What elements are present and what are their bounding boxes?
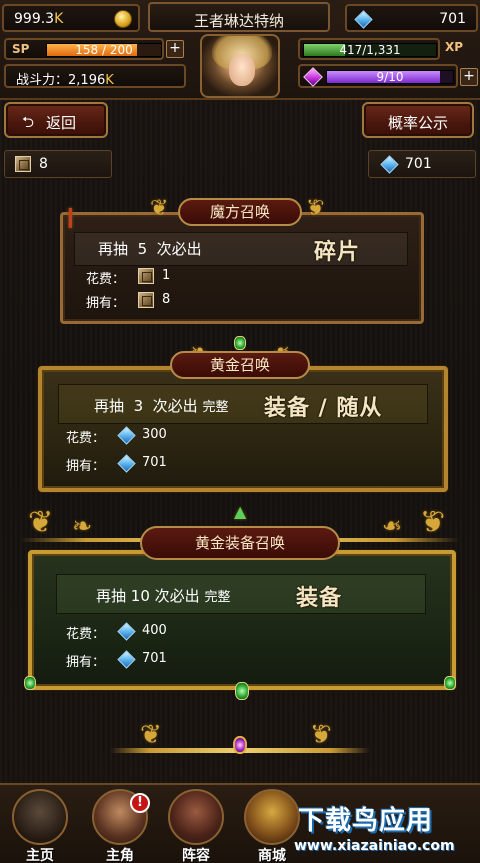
combat-power-text: 战斗力：2,196K [16, 73, 114, 88]
gold-equip-cost-value: 400 [142, 623, 167, 638]
cube-summon-title: 魔方召唤 [178, 198, 302, 226]
nav-label: 主角 [106, 848, 134, 863]
gold-equip-own-label: 拥有： [66, 655, 106, 670]
gold-coin-icon [114, 10, 132, 28]
left-scroll-ornament-icon: ❦ [150, 196, 169, 221]
diamond-resource: 701 [368, 150, 476, 178]
home-emblem-icon [12, 789, 68, 845]
player-name: 王者琳达特纳 [193, 12, 284, 30]
cube-own-label: 拥有： [86, 296, 126, 311]
right-wing-ornament-icon: ❦ [310, 720, 332, 750]
right-flourish-ornament-icon: ❧ [382, 512, 403, 540]
sp-bar-frame: SP 158 / 200 [4, 38, 164, 60]
player-avatar[interactable] [200, 34, 280, 98]
player-name-plate: 王者琳达特纳 [148, 2, 330, 32]
gem-value: 9/10 [376, 70, 404, 84]
gold-equip-summon-title: 黄金装备召唤 [140, 526, 340, 560]
cube-icon [15, 156, 31, 172]
gem-bar-frame: 9/10 [298, 64, 458, 88]
gold-equip-draw-text: 再抽 10 次必出 完整 [96, 587, 231, 605]
diamond-icon [355, 12, 371, 26]
green-gem-ornament-icon [235, 682, 249, 700]
right-crown-ornament-icon: ❦ [420, 505, 446, 540]
red-pin-icon: ❙ [62, 204, 79, 228]
xp-bar: 417/1,331 [303, 43, 437, 57]
diamond-icon [118, 624, 134, 638]
nav-item-hero[interactable]: ! 主角 [84, 787, 156, 863]
xp-label: XP [445, 40, 464, 54]
nav-item-formation[interactable]: 阵容 [160, 787, 232, 863]
watermark-title: 下载鸟应用 [298, 806, 434, 836]
xp-bar-frame: 417/1,331 [298, 38, 440, 60]
add-gem-button[interactable]: + [460, 68, 478, 86]
nav-item-home[interactable]: 主页 [4, 787, 76, 863]
diamond-icon [118, 456, 134, 470]
combat-power: 战斗力：2,196K [4, 64, 186, 88]
gold-draw-text: 再抽 3 次必出 完整 [94, 397, 229, 415]
gold-cost-label: 花费： [66, 431, 106, 446]
gold-summon-title: 黄金召唤 [170, 351, 310, 379]
gold-equip-own-value: 701 [142, 651, 167, 666]
cube-draw-text: 再抽 5 次必出 [98, 240, 202, 258]
watermark-url: www.xiazainiao.com [294, 838, 455, 854]
cube-icon [138, 268, 154, 284]
cube-cost-value: 1 [162, 268, 171, 283]
gem-bar: 9/10 [326, 70, 454, 84]
gold-own-label: 拥有： [66, 459, 106, 474]
xp-value: 417/1,331 [339, 43, 401, 57]
cube-icon [138, 292, 154, 308]
green-gem-ornament-icon [24, 676, 36, 690]
cube-resource: 8 [4, 150, 112, 178]
left-wing-ornament-icon: ❦ [140, 720, 162, 750]
cube-own-value: 8 [162, 292, 171, 307]
gold-counter[interactable]: 999.3K [2, 4, 140, 32]
purple-gem-icon [303, 67, 323, 87]
left-flourish-ornament-icon: ❧ [72, 512, 93, 540]
gold-own-value: 701 [142, 455, 167, 470]
purple-gem-ornament-icon [233, 736, 247, 754]
probability-button[interactable]: 概率公示 [362, 102, 474, 138]
right-scroll-ornament-icon: ❦ [306, 196, 325, 221]
nav-label: 阵容 [182, 848, 210, 863]
sp-bar: 158 / 200 [46, 43, 162, 57]
top-hud: 999.3K 王者琳达特纳 701 SP 158 / 200 + 战斗力：2,1… [0, 0, 480, 100]
gold-reward: 装备 / 随从 [264, 396, 383, 421]
green-spike-ornament-icon: ▲ [234, 502, 247, 521]
back-label: 返回 [46, 114, 77, 132]
site-watermark: 下载鸟应用 www.xiazainiao.com [292, 798, 478, 860]
gold-equip-reward: 装备 [296, 586, 343, 611]
avatar-face [229, 54, 255, 86]
sp-label: SP [12, 42, 30, 56]
diamond-icon [118, 428, 134, 442]
gold-equip-cost-label: 花费： [66, 627, 106, 642]
back-arrow-icon: ⮌ [22, 113, 35, 131]
diamond-icon [381, 157, 397, 171]
summon-screen: 999.3K 王者琳达特纳 701 SP 158 / 200 + 战斗力：2,1… [0, 0, 480, 863]
gold-value: 999.3K [14, 11, 64, 27]
formation-helmet-icon [168, 789, 224, 845]
diamond-icon [118, 652, 134, 666]
cube-cost-label: 花费： [86, 272, 126, 287]
cube-count: 8 [39, 156, 48, 172]
green-gem-ornament-icon [234, 336, 246, 350]
add-sp-button[interactable]: + [166, 40, 184, 58]
nav-label: 主页 [26, 848, 54, 863]
sp-value: 158 / 200 [75, 43, 133, 57]
probability-label: 概率公示 [387, 114, 448, 132]
diamond-counter[interactable]: 701 [345, 4, 478, 32]
alert-badge: ! [130, 793, 150, 813]
diamond-value: 701 [439, 11, 466, 27]
gold-cost-value: 300 [142, 427, 167, 442]
cube-reward: 碎片 [314, 240, 361, 265]
back-button[interactable]: ⮌ 返回 [4, 102, 108, 138]
diamond-count: 701 [405, 156, 432, 172]
green-gem-ornament-icon [444, 676, 456, 690]
left-crown-ornament-icon: ❦ [28, 505, 54, 540]
